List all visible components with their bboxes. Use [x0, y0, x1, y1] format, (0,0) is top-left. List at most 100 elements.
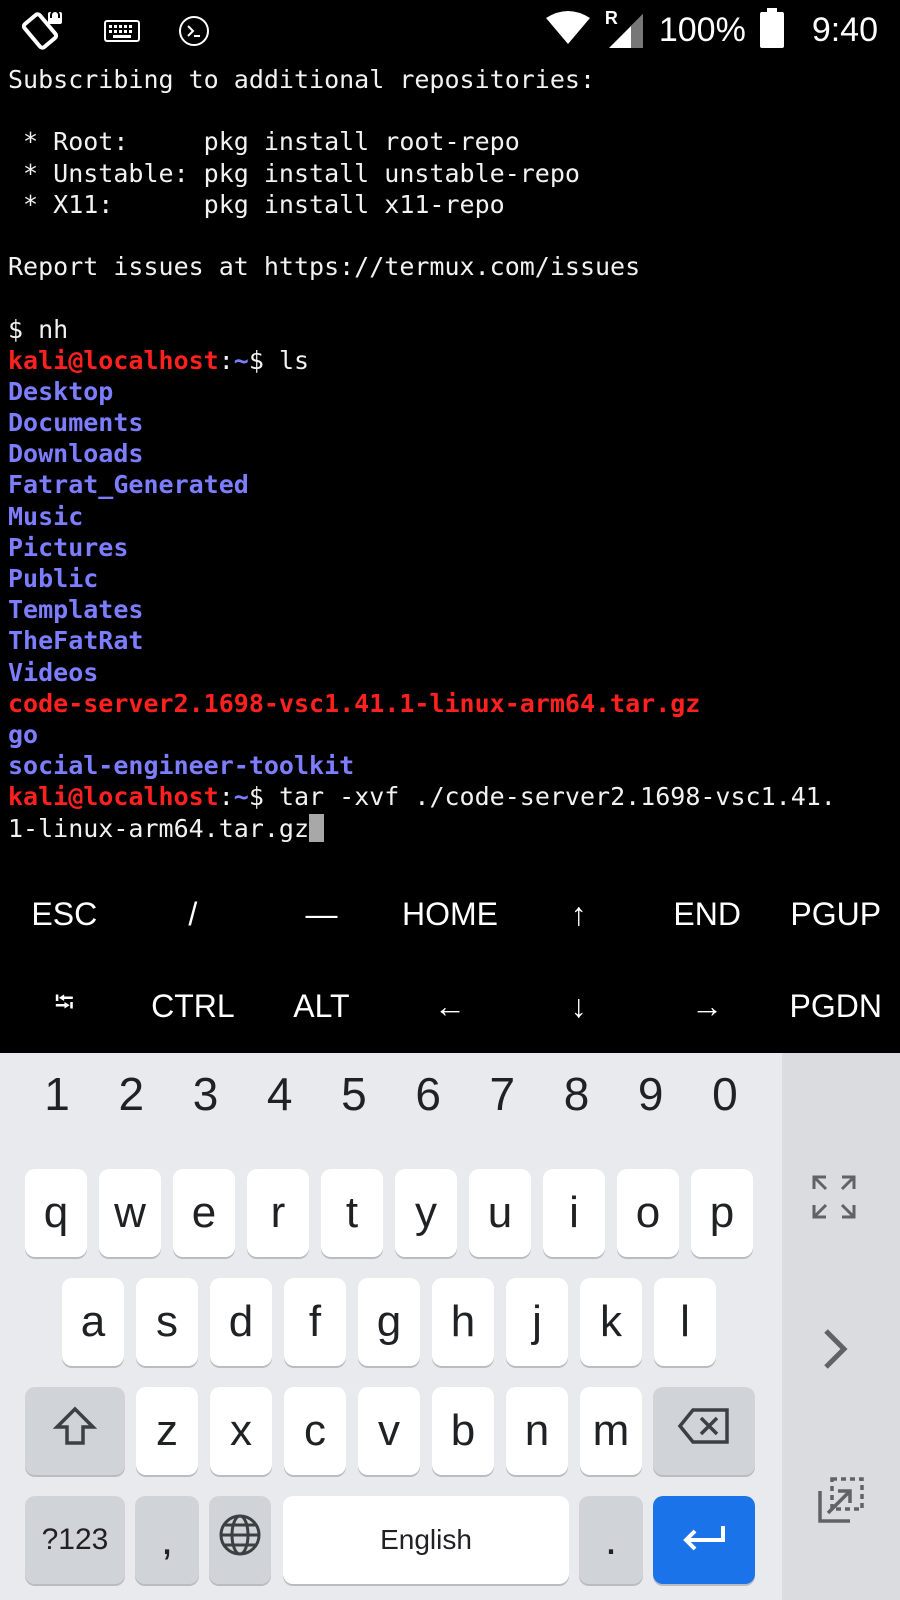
clock: 9:40 — [811, 10, 878, 49]
signal-icon: R — [605, 8, 645, 50]
up-arrow-key[interactable]: ↑ — [514, 868, 643, 960]
terminal-line: social-engineer-toolkit — [8, 750, 892, 781]
period-key[interactable]: . — [579, 1496, 643, 1584]
key-t[interactable]: t — [321, 1169, 383, 1257]
extra-keys-row-2: ⭾ CTRL ALT ← ↓ → PGDN — [0, 960, 900, 1052]
right-arrow-key[interactable]: → — [643, 960, 772, 1052]
number-key-5[interactable]: 5 — [317, 1067, 391, 1121]
key-j[interactable]: j — [506, 1278, 568, 1366]
backspace-icon — [677, 1406, 731, 1456]
key-q[interactable]: q — [25, 1169, 87, 1257]
terminal-text: Documents — [8, 408, 144, 438]
key-k[interactable]: k — [580, 1278, 642, 1366]
key-u[interactable]: u — [469, 1169, 531, 1257]
enter-key[interactable] — [653, 1496, 755, 1584]
terminal-text: * Root: pkg install root-repo — [8, 127, 520, 157]
terminal-line: kali@localhost:~$ ls — [8, 345, 892, 376]
key-m[interactable]: m — [580, 1387, 642, 1475]
key-e[interactable]: e — [173, 1169, 235, 1257]
wifi-icon — [545, 10, 591, 50]
down-arrow-key[interactable]: ↓ — [514, 960, 643, 1052]
key-l[interactable]: l — [654, 1278, 716, 1366]
key-d[interactable]: d — [210, 1278, 272, 1366]
key-r[interactable]: r — [247, 1169, 309, 1257]
terminal-line: Music — [8, 501, 892, 532]
key-w[interactable]: w — [99, 1169, 161, 1257]
dash-key[interactable]: — — [257, 868, 386, 960]
key-x[interactable]: x — [210, 1387, 272, 1475]
pgup-key[interactable]: PGUP — [771, 868, 900, 960]
key-s[interactable]: s — [136, 1278, 198, 1366]
keyboard-side-panel — [782, 1053, 900, 1600]
terminal-line: Desktop — [8, 376, 892, 407]
terminal-line: Public — [8, 563, 892, 594]
number-key-0[interactable]: 0 — [688, 1067, 762, 1121]
key-z[interactable]: z — [136, 1387, 198, 1475]
slash-key[interactable]: / — [129, 868, 258, 960]
key-i[interactable]: i — [543, 1169, 605, 1257]
key-o[interactable]: o — [617, 1169, 679, 1257]
terminal-line: Pictures — [8, 532, 892, 563]
terminal-text: Report issues at https://termux.com/issu… — [8, 252, 641, 282]
chevron-right-icon[interactable] — [820, 1327, 850, 1375]
number-key-3[interactable]: 3 — [168, 1067, 242, 1121]
terminal-line: Downloads — [8, 438, 892, 469]
terminal-text: Videos — [8, 657, 99, 687]
comma-key[interactable]: , — [135, 1496, 199, 1584]
expand-icon[interactable] — [812, 1175, 856, 1223]
number-key-6[interactable]: 6 — [391, 1067, 465, 1121]
tab-key[interactable]: ⭾ — [0, 960, 129, 1052]
terminal-line: Documents — [8, 407, 892, 438]
ctrl-key[interactable]: CTRL — [129, 960, 258, 1052]
key-n[interactable]: n — [506, 1387, 568, 1475]
terminal-text: kali@localhost — [8, 782, 219, 812]
end-key[interactable]: END — [643, 868, 772, 960]
terminal-line: * Unstable: pkg install unstable-repo — [8, 158, 892, 189]
terminal-text: * X11: pkg install x11-repo — [8, 189, 505, 219]
key-v[interactable]: v — [358, 1387, 420, 1475]
language-key[interactable] — [209, 1496, 271, 1584]
terminal-line: TheFatRat — [8, 625, 892, 656]
terminal-line: Fatrat_Generated — [8, 469, 892, 500]
terminal-text: Public — [8, 564, 99, 593]
shift-key[interactable] — [25, 1387, 125, 1475]
pgdn-key[interactable]: PGDN — [771, 960, 900, 1052]
key-c[interactable]: c — [284, 1387, 346, 1475]
alt-key[interactable]: ALT — [257, 960, 386, 1052]
key-p[interactable]: p — [691, 1169, 753, 1257]
number-key-1[interactable]: 1 — [20, 1067, 94, 1121]
terminal-line: 1-linux-arm64.tar.gz — [8, 813, 892, 844]
backspace-key[interactable] — [653, 1387, 755, 1475]
key-g[interactable]: g — [358, 1278, 420, 1366]
terminal-cursor — [309, 813, 325, 842]
shift-icon — [52, 1406, 98, 1457]
terminal-output[interactable]: Subscribing to additional repositories: … — [8, 64, 892, 860]
number-key-9[interactable]: 9 — [614, 1067, 688, 1121]
terminal-text: Music — [8, 501, 84, 531]
home-key[interactable]: HOME — [386, 868, 515, 960]
terminal-line: * X11: pkg install x11-repo — [8, 189, 892, 220]
terminal-text: Pictures — [8, 532, 129, 562]
screen-rotate-icon — [21, 10, 66, 56]
esc-key[interactable]: ESC — [0, 868, 129, 960]
terminal-text: $ nh — [8, 314, 69, 344]
key-h[interactable]: h — [432, 1278, 494, 1366]
number-key-7[interactable]: 7 — [465, 1067, 539, 1121]
symbols-key[interactable]: ?123 — [25, 1496, 125, 1584]
number-key-4[interactable]: 4 — [243, 1067, 317, 1121]
terminal-text: code-server2.1698-vsc1.41.1-linux-arm64.… — [8, 688, 701, 718]
number-key-8[interactable]: 8 — [539, 1067, 613, 1121]
key-a[interactable]: a — [62, 1278, 124, 1366]
enter-icon — [681, 1515, 727, 1565]
keyboard-icon — [104, 20, 140, 46]
terminal-text: : — [218, 782, 234, 812]
key-b[interactable]: b — [432, 1387, 494, 1475]
floating-keyboard-icon[interactable] — [816, 1475, 866, 1529]
left-arrow-key[interactable]: ← — [386, 960, 515, 1052]
number-key-2[interactable]: 2 — [94, 1067, 168, 1121]
battery-icon — [759, 8, 784, 52]
key-f[interactable]: f — [284, 1278, 346, 1366]
space-key[interactable]: English — [283, 1496, 569, 1584]
key-y[interactable]: y — [395, 1169, 457, 1257]
